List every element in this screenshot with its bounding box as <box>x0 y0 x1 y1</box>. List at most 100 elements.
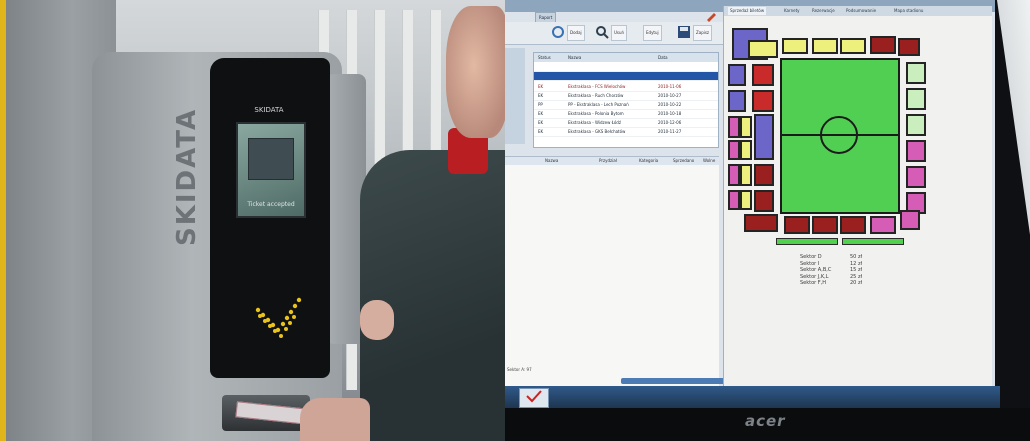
tab-sales[interactable]: Sprzedaż biletów <box>728 7 767 15</box>
terminal-screen-title: SKIDATA <box>254 106 284 114</box>
sector-block[interactable] <box>898 38 920 56</box>
ticketing-app-window: Raport Dodaj Usuń Edytuj Zapisz Status N… <box>505 0 995 387</box>
sector-block[interactable] <box>840 38 866 54</box>
sector-block[interactable] <box>748 40 778 58</box>
tab-season-tickets[interactable]: Karnety <box>782 7 802 15</box>
stadium-tabs: Sprzedaż biletów Karnety Rezerwacje Pods… <box>724 6 992 16</box>
price-legend: Sektor D 50 zł Sektor I 12 zł Sektor A,B… <box>800 254 920 287</box>
column-header-status[interactable]: Status <box>538 53 551 62</box>
toolbar-button-delete[interactable]: Usuń <box>611 25 628 41</box>
sector-block[interactable] <box>782 38 808 54</box>
sector-block[interactable] <box>728 64 746 86</box>
sector-block[interactable] <box>906 140 926 162</box>
football-pitch <box>780 58 900 214</box>
column-header-free[interactable]: Wolne <box>703 157 715 165</box>
sector-block[interactable] <box>740 116 752 138</box>
sector-bar[interactable] <box>842 238 904 245</box>
column-header-name[interactable]: Nazwa <box>545 157 558 165</box>
screen-graphic <box>248 138 294 180</box>
sector-block[interactable] <box>906 166 926 188</box>
sector-block[interactable] <box>752 64 774 86</box>
sector-block[interactable] <box>812 38 838 54</box>
refresh-icon[interactable] <box>551 25 565 39</box>
row-name: Ekstraklasa - GKS Bełchatów <box>568 129 626 134</box>
tab-reservations[interactable]: Rezerwacje <box>810 7 837 15</box>
row-date: 2010-12-06 <box>658 120 682 125</box>
vendor-logo-vertical: SKIDATA <box>172 107 202 246</box>
pencil-icon[interactable] <box>705 12 717 22</box>
pitch-center-circle <box>820 116 858 154</box>
taskbar <box>505 386 1000 408</box>
sector-block[interactable] <box>784 216 810 234</box>
sector-list-pane: Nazwa Przydział Kategoria Sprzedano Woln… <box>505 156 719 387</box>
legend-value: 20 zł <box>850 280 862 286</box>
column-header-date[interactable]: Data <box>658 53 668 62</box>
person-hand <box>360 300 394 340</box>
row-status: EK <box>538 93 544 98</box>
sector-block[interactable] <box>906 88 926 110</box>
sector-list-header: Nazwa Przydział Kategoria Sprzedano Woln… <box>505 157 719 165</box>
horizontal-scrollbar[interactable] <box>621 378 725 384</box>
events-grid: Status Nazwa Data EK Ekstraklasa - FCS W… <box>533 52 719 148</box>
table-row[interactable] <box>534 63 718 72</box>
sector-block[interactable] <box>740 164 752 186</box>
row-status: EK <box>538 111 544 116</box>
sector-block[interactable] <box>728 90 746 112</box>
column-header-name[interactable]: Nazwa <box>568 53 581 62</box>
frame-edge <box>0 0 6 441</box>
sector-block[interactable] <box>740 140 752 160</box>
sector-block[interactable] <box>754 114 774 160</box>
sector-block[interactable] <box>840 216 866 234</box>
table-row[interactable]: EK Ekstraklasa - Widzew Łódź 2010-12-06 <box>534 119 718 128</box>
sector-block[interactable] <box>900 210 920 230</box>
sector-block[interactable] <box>906 62 926 84</box>
row-status: PP <box>538 102 543 107</box>
monitor-brand-logo: acer <box>745 412 786 430</box>
sector-block[interactable] <box>754 190 774 212</box>
toolbar-button-edit[interactable]: Edytuj <box>643 25 662 41</box>
save-icon[interactable] <box>677 25 691 39</box>
person-jacket <box>360 150 505 441</box>
row-date: 2010-10-18 <box>658 111 682 116</box>
sector-block[interactable] <box>752 90 774 112</box>
toolbar-button-save[interactable]: Zapisz <box>693 25 713 41</box>
sector-block[interactable] <box>728 164 740 186</box>
sector-block[interactable] <box>754 164 774 186</box>
row-date: 2010-11-06 <box>658 84 682 89</box>
sector-block[interactable] <box>728 116 740 138</box>
column-header-category[interactable]: Kategoria <box>639 157 658 165</box>
row-date: 2010-10-27 <box>658 93 682 98</box>
side-panel <box>505 48 525 144</box>
tab-summary[interactable]: Podsumowanie <box>844 7 878 15</box>
search-icon[interactable] <box>595 25 609 39</box>
sector-block[interactable] <box>744 214 778 232</box>
column-header-allocation[interactable]: Przydział <box>599 157 617 165</box>
row-status: EK <box>538 129 544 134</box>
person-head <box>446 6 505 138</box>
table-row[interactable]: EK Ekstraklasa - Polonia Bytom 2010-10-1… <box>534 110 718 119</box>
table-row[interactable]: PP PP - Ekstraklasa - Lech Poznań 2010-1… <box>534 101 718 110</box>
row-status: EK <box>538 120 544 125</box>
table-row[interactable]: EK Ekstraklasa - FCS Wielochów 2010-11-0… <box>534 83 718 92</box>
sector-block[interactable] <box>906 114 926 136</box>
sector-block[interactable] <box>870 36 896 54</box>
table-row[interactable]: EK Ekstraklasa - Ruch Chorzów 2010-10-27 <box>534 92 718 101</box>
sector-block[interactable] <box>740 190 752 210</box>
row-name: Ekstraklasa - Widzew Łódź <box>568 120 621 125</box>
sector-block[interactable] <box>728 140 740 160</box>
tab-stadium-map[interactable]: Mapa stadionu <box>892 7 925 15</box>
toolbar-button-add[interactable]: Dodaj <box>567 25 585 41</box>
sector-bar[interactable] <box>776 238 838 245</box>
sector-block[interactable] <box>728 190 740 210</box>
row-name: Ekstraklasa - Polonia Bytom <box>568 111 624 116</box>
sector-block[interactable] <box>812 216 838 234</box>
row-name: Ekstraklasa - Ruch Chorzów <box>568 93 624 98</box>
taskbar-app-button[interactable] <box>519 388 549 408</box>
row-name: PP - Ekstraklasa - Lech Poznań <box>568 102 629 107</box>
checkmark-indicator-icon <box>255 297 302 338</box>
table-row-selected[interactable] <box>534 72 718 81</box>
column-header-sold[interactable]: Sprzedano <box>673 157 694 165</box>
sector-block[interactable] <box>870 216 896 234</box>
table-row[interactable]: EK Ekstraklasa - GKS Bełchatów 2010-11-2… <box>534 128 718 137</box>
monitor-photo: Raport Dodaj Usuń Edytuj Zapisz Status N… <box>505 0 1030 441</box>
